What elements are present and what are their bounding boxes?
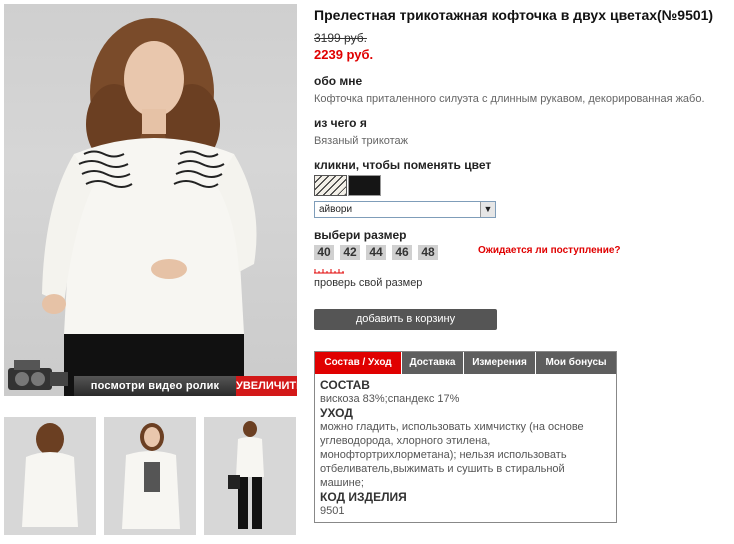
code-heading: КОД ИЗДЕЛИЯ	[320, 490, 407, 504]
thumbnail-full-body[interactable]	[204, 417, 296, 535]
thumbnail-front-view[interactable]	[104, 417, 196, 535]
material-heading: из чего я	[314, 116, 367, 130]
video-link[interactable]: посмотри видео ролик	[74, 376, 236, 396]
size-option[interactable]: 44	[366, 245, 386, 260]
size-heading: выбери размер	[314, 228, 407, 242]
thumbnail-back-view[interactable]	[4, 417, 96, 535]
composition-text: вискоза 83%;спандекс 17%	[320, 393, 460, 405]
info-tabs-panel: Состав / Уход Доставка Измерения Мои бон…	[314, 351, 617, 523]
color-select-value: айвори	[319, 204, 353, 215]
care-text: можно гладить, использовать химчистку (н…	[320, 421, 584, 489]
size-option[interactable]: 42	[340, 245, 360, 260]
video-camera-icon[interactable]	[4, 354, 76, 396]
swatch-ivory[interactable]	[314, 175, 347, 196]
check-size-link[interactable]: проверь свой размер	[314, 277, 422, 289]
tab-row: Состав / Уход Доставка Измерения Мои бон…	[315, 352, 616, 374]
size-option[interactable]: 40	[314, 245, 334, 260]
model-illustration	[42, 18, 257, 396]
zoom-button[interactable]: УВЕЛИЧИТЬ	[236, 376, 304, 396]
material-text: Вязаный трикотаж	[314, 135, 409, 147]
about-heading: обо мне	[314, 74, 363, 88]
notify-restock-link[interactable]: Ожидается ли поступление?	[478, 245, 621, 256]
main-product-photo[interactable]	[4, 4, 297, 396]
ruler-icon	[314, 269, 344, 274]
size-option[interactable]: 46	[392, 245, 412, 260]
color-select[interactable]: айвори ▼	[314, 201, 496, 218]
about-text: Кофточка приталенного силуэта с длинным …	[314, 93, 705, 105]
tab-delivery[interactable]: Доставка	[402, 352, 464, 374]
care-heading: УХОД	[320, 406, 353, 420]
tab-measurements[interactable]: Измерения	[464, 352, 536, 374]
code-value: 9501	[320, 505, 345, 517]
tab-bonuses[interactable]: Мои бонусы	[536, 352, 616, 374]
tab-composition-care[interactable]: Состав / Уход	[315, 352, 402, 374]
size-option[interactable]: 48	[418, 245, 438, 260]
add-to-cart-button[interactable]: добавить в корзину	[314, 309, 497, 330]
product-title: Прелестная трикотажная кофточка в двух ц…	[314, 7, 714, 23]
color-heading: кликни, чтобы поменять цвет	[314, 158, 492, 172]
composition-heading: СОСТАВ	[320, 378, 370, 392]
old-price: 3199 руб.	[314, 31, 367, 45]
new-price: 2239 руб.	[314, 47, 374, 62]
chevron-down-icon[interactable]: ▼	[480, 202, 495, 217]
swatch-black[interactable]	[348, 175, 381, 196]
video-strip: посмотри видео ролик УВЕЛИЧИТЬ	[4, 360, 304, 396]
tab-content: СОСТАВ вискоза 83%;спандекс 17% УХОД мож…	[320, 378, 610, 518]
